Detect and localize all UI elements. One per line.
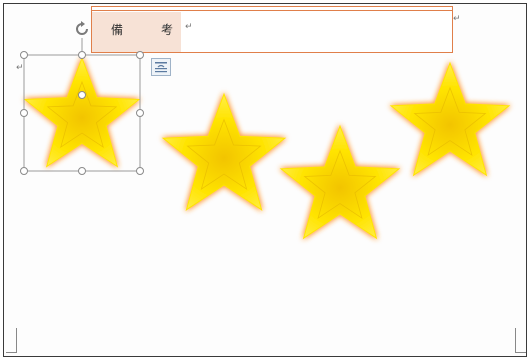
handle-top-left[interactable] [20,51,28,59]
handle-top[interactable] [78,51,86,59]
layout-options-button[interactable] [151,58,171,76]
handle-bottom[interactable] [78,167,86,175]
star-shape-3[interactable] [279,124,401,240]
star-shape-2[interactable] [161,92,287,211]
handle-right[interactable] [136,109,144,117]
rotate-handle-icon[interactable] [73,20,91,38]
page-corner-bottom-left [6,328,17,353]
handle-bottom-right[interactable] [136,167,144,175]
star-shape-1[interactable] [23,56,141,168]
handle-top-right[interactable] [136,51,144,59]
adjust-handle[interactable] [78,91,86,99]
layout-options-icon [155,62,167,73]
handle-left[interactable] [20,109,28,117]
page-corner-bottom-right [515,328,526,353]
star-shape-4[interactable] [389,61,511,177]
stars-canvas [20,38,511,240]
handle-bottom-left[interactable] [20,167,28,175]
